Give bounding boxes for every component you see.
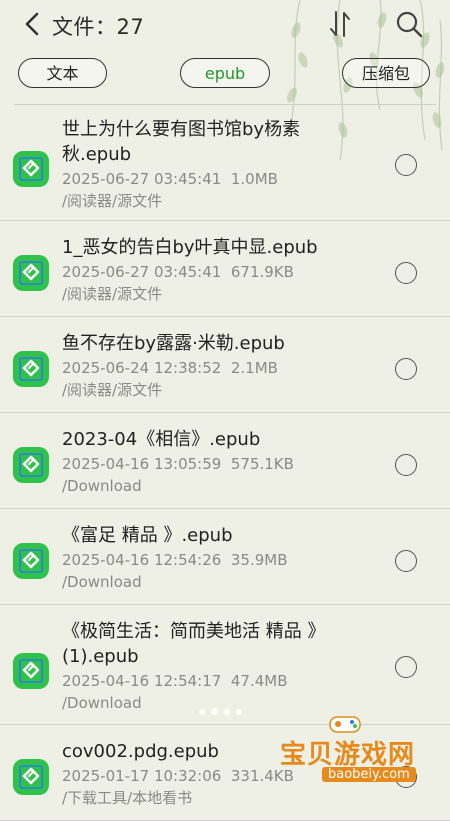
watermark-url: baobeiy.com [322, 767, 416, 782]
filter-chip-text[interactable]: 文本 [18, 58, 107, 88]
file-meta: 2025-04-16 12:54:26 35.9MB [62, 549, 382, 571]
file-path: /阅读器/源文件 [62, 381, 163, 399]
select-radio[interactable] [395, 454, 417, 476]
file-row[interactable]: 《富足 精品 》.epub 2025-04-16 12:54:26 35.9MB /… [0, 509, 450, 605]
file-date: 2025-01-17 10:32:06 [62, 767, 222, 785]
file-size: 35.9MB [230, 551, 288, 569]
sort-arrows-icon[interactable] [326, 9, 354, 39]
file-row[interactable]: 鱼不存在by露露·米勒.epub 2025-06-24 12:38:52 2.1M… [0, 317, 450, 413]
file-meta: 2025-06-27 03:45:41 1.0MB [62, 168, 382, 190]
page-dot-active [211, 708, 218, 715]
file-info: 世上为什么要有图书馆by杨素 秋.epub 2025-06-27 03:45:41 … [62, 117, 382, 212]
file-info: 1_恶女的告白by叶真中显.epub 2025-06-27 03:45:41 67… [62, 235, 382, 305]
file-name: 《极简生活：简而美地活 精品 》 [62, 621, 326, 642]
page-dot [224, 709, 230, 715]
file-size: 47.4MB [230, 672, 288, 690]
file-size: 1.0MB [230, 170, 278, 188]
file-type-filters: 文本 epub 压缩包 [0, 58, 450, 92]
file-date: 2025-06-27 03:45:41 [62, 170, 222, 188]
file-size: 575.1KB [230, 455, 294, 473]
file-meta: 2025-06-24 12:38:52 2.1MB [62, 357, 382, 379]
file-name: 1_恶女的告白by叶真中显.epub [62, 237, 318, 258]
site-watermark: 宝贝游戏网 baobeiy.com [276, 712, 446, 786]
file-name: (1).epub [62, 646, 139, 667]
top-bar: 文件：27 [0, 0, 450, 50]
file-info: 鱼不存在by露露·米勒.epub 2025-06-24 12:38:52 2.1M… [62, 331, 382, 401]
select-radio[interactable] [395, 154, 417, 176]
file-path: /下载工具/本地看书 [62, 789, 193, 807]
file-date: 2025-06-24 12:38:52 [62, 359, 222, 377]
file-path: /阅读器/源文件 [62, 285, 163, 303]
file-name: 2023-04《相信》.epub [62, 429, 261, 450]
select-radio[interactable] [395, 550, 417, 572]
file-path: /Download [62, 477, 142, 495]
chevron-left-icon[interactable] [20, 10, 46, 38]
gamepad-icon [329, 716, 361, 733]
select-radio[interactable] [395, 262, 417, 284]
select-radio[interactable] [395, 656, 417, 678]
filter-chip-epub[interactable]: epub [180, 58, 270, 88]
file-path: /Download [62, 573, 142, 591]
page-dot [236, 709, 242, 715]
epub-file-icon [13, 447, 49, 483]
file-info: 2023-04《相信》.epub 2025-04-16 13:05:59 575.… [62, 427, 382, 497]
watermark-text: 宝贝游戏网 [280, 740, 416, 770]
file-size: 671.9KB [230, 263, 294, 281]
epub-file-icon [13, 255, 49, 291]
file-date: 2025-04-16 13:05:59 [62, 455, 222, 473]
search-icon[interactable] [394, 9, 424, 39]
file-meta: 2025-04-16 13:05:59 575.1KB [62, 453, 382, 475]
epub-file-icon [13, 543, 49, 579]
epub-file-icon [13, 351, 49, 387]
page-dot [199, 709, 205, 715]
epub-file-icon [13, 759, 49, 795]
file-date: 2025-04-16 12:54:26 [62, 551, 222, 569]
file-date: 2025-06-27 03:45:41 [62, 263, 222, 281]
select-radio[interactable] [395, 358, 417, 380]
file-name: 《富足 精品 》.epub [62, 525, 233, 546]
file-row[interactable]: 2023-04《相信》.epub 2025-04-16 13:05:59 575.… [0, 413, 450, 509]
file-name: 世上为什么要有图书馆by杨素 [62, 119, 301, 140]
file-row[interactable]: 1_恶女的告白by叶真中显.epub 2025-06-27 03:45:41 67… [0, 221, 450, 317]
file-info: 《富足 精品 》.epub 2025-04-16 12:54:26 35.9MB /… [62, 523, 382, 593]
filter-chip-archive[interactable]: 压缩包 [342, 58, 430, 88]
file-meta: 2025-04-16 12:54:17 47.4MB [62, 670, 382, 692]
file-name: 鱼不存在by露露·米勒.epub [62, 333, 285, 354]
file-row[interactable]: 世上为什么要有图书馆by杨素 秋.epub 2025-06-27 03:45:41 … [0, 105, 450, 221]
epub-file-icon [13, 653, 49, 689]
page-title: 文件：27 [52, 15, 145, 39]
page-indicator [196, 700, 256, 715]
file-meta: 2025-06-27 03:45:41 671.9KB [62, 261, 382, 283]
file-path: /阅读器/源文件 [62, 192, 163, 210]
file-size: 2.1MB [230, 359, 278, 377]
file-date: 2025-04-16 12:54:17 [62, 672, 222, 690]
file-name: 秋.epub [62, 144, 132, 165]
epub-file-icon [13, 151, 49, 187]
